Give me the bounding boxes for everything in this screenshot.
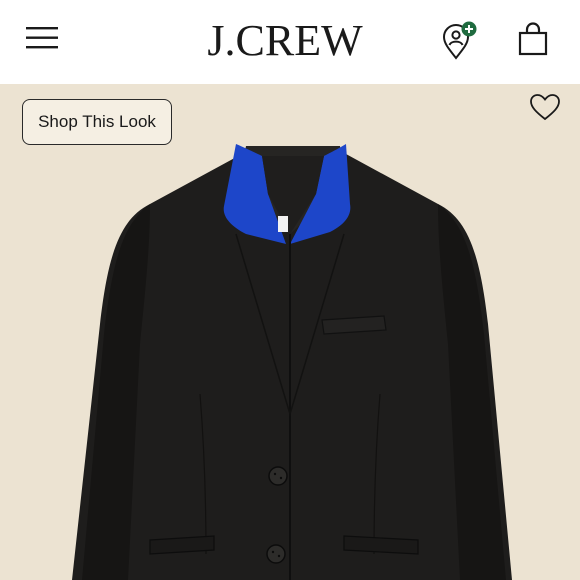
shop-this-look-button[interactable]: Shop This Look	[22, 99, 172, 145]
store-locator-button[interactable]	[440, 20, 480, 62]
heart-icon	[530, 94, 560, 121]
store-locator-icon	[442, 21, 477, 60]
wishlist-button[interactable]	[528, 92, 562, 122]
hamburger-menu-icon	[26, 27, 58, 49]
shopping-bag-button[interactable]	[516, 22, 552, 58]
product-jacket-image	[72, 144, 512, 580]
brand-logo[interactable]: J.CREW	[190, 14, 380, 66]
shopping-bag-icon	[518, 22, 548, 56]
product-image-area[interactable]: Shop This Look	[0, 84, 580, 580]
menu-button[interactable]	[24, 24, 62, 52]
site-header: J.CREW	[0, 0, 580, 84]
